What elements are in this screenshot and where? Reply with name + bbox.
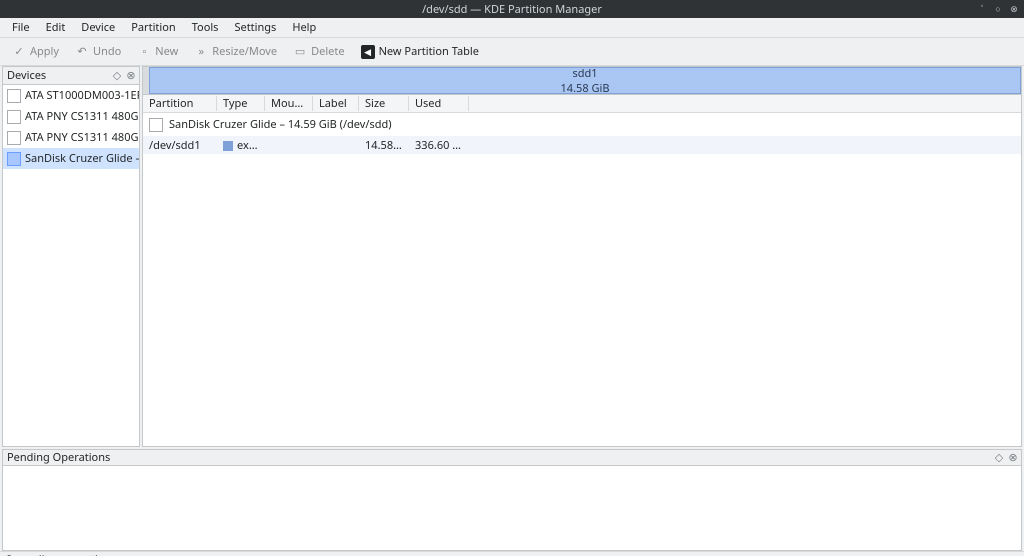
window-titlebar: /dev/sdd — KDE Partition Manager ˅ ○ ⊗ xyxy=(0,0,1024,18)
col-partition[interactable]: Partition xyxy=(143,96,217,111)
pending-panel-header: Pending Operations ◇ ⊗ xyxy=(3,450,1021,466)
menu-help[interactable]: Help xyxy=(286,18,322,37)
resize-button: » Resize/Move xyxy=(188,42,283,61)
partition-row[interactable]: /dev/sdd1 ext4 14.58 GiB 336.60 MiB xyxy=(143,136,1021,154)
toolbar: ✓ Apply ↶ Undo ▫ New » Resize/Move ▭ Del… xyxy=(0,38,1024,66)
device-item[interactable]: ATA PNY CS1311 480GB – 447.13 GiB (/… xyxy=(3,127,139,148)
cell-partition: /dev/sdd1 xyxy=(143,138,217,153)
resize-label: Resize/Move xyxy=(212,44,277,59)
hdd-icon xyxy=(7,131,21,145)
table-icon: ◀ xyxy=(361,45,375,59)
usb-icon xyxy=(149,118,163,132)
panel-float-icon[interactable]: ◇ xyxy=(993,452,1005,464)
device-item[interactable]: ATA ST1000DM003-1ER1 – 931.51 GiB (… xyxy=(3,85,139,106)
pending-operations-panel: Pending Operations ◇ ⊗ xyxy=(2,449,1022,551)
partition-table-device-row[interactable]: SanDisk Cruzer Glide – 14.59 GiB (/dev/s… xyxy=(143,113,1021,136)
device-label: ATA PNY CS1311 480GB – 447.13 GiB (/… xyxy=(25,109,139,124)
maximize-icon[interactable]: ○ xyxy=(992,2,1004,14)
undo-label: Undo xyxy=(93,44,121,59)
new-icon: ▫ xyxy=(137,45,151,59)
col-used[interactable]: Used xyxy=(409,96,469,111)
panel-float-icon[interactable]: ◇ xyxy=(111,70,123,82)
fs-type-icon xyxy=(223,141,233,151)
menubar: File Edit Device Partition Tools Setting… xyxy=(0,18,1024,38)
col-size[interactable]: Size xyxy=(359,96,409,111)
menu-settings[interactable]: Settings xyxy=(228,18,282,37)
new-button: ▫ New xyxy=(131,42,184,61)
panel-close-icon[interactable]: ⊗ xyxy=(125,70,137,82)
devices-panel: Devices ◇ ⊗ ATA ST1000DM003-1ER1 – 931.5… xyxy=(2,66,140,447)
hdd-icon xyxy=(7,110,21,124)
statusbar: 0 pending operations xyxy=(0,551,1024,556)
delete-label: Delete xyxy=(311,44,344,59)
devices-panel-header: Devices ◇ ⊗ xyxy=(3,67,139,85)
partition-name: sdd1 xyxy=(572,66,597,81)
device-title-text: SanDisk Cruzer Glide – 14.59 GiB (/dev/s… xyxy=(169,117,392,132)
devices-panel-title: Devices xyxy=(7,68,46,83)
menu-partition[interactable]: Partition xyxy=(125,18,181,37)
new-table-label: New Partition Table xyxy=(379,44,479,59)
device-label: SanDisk Cruzer Glide – 14.59 GiB (/dev… xyxy=(25,151,139,166)
partition-table-header: Partition Type Mount Point Label Size Us… xyxy=(143,95,1021,113)
pending-title: Pending Operations xyxy=(7,450,110,465)
apply-label: Apply xyxy=(30,44,59,59)
col-label[interactable]: Label xyxy=(313,96,359,111)
new-partition-table-button[interactable]: ◀ New Partition Table xyxy=(355,42,485,61)
menu-edit[interactable]: Edit xyxy=(40,18,72,37)
cell-type: ext4 xyxy=(217,138,265,153)
col-type[interactable]: Type xyxy=(217,96,265,111)
main-panel: sdd1 14.58 GiB Partition Type Mount Poin… xyxy=(142,66,1022,447)
resize-icon: » xyxy=(194,45,208,59)
usb-icon xyxy=(7,152,21,166)
partition-size: 14.58 GiB xyxy=(561,81,610,96)
device-label: ATA ST1000DM003-1ER1 – 931.51 GiB (… xyxy=(25,88,139,103)
status-text: 0 pending operations xyxy=(6,552,117,556)
delete-icon: ▭ xyxy=(293,45,307,59)
device-item-selected[interactable]: SanDisk Cruzer Glide – 14.59 GiB (/dev… xyxy=(3,148,139,169)
col-mount-point[interactable]: Mount Point xyxy=(265,96,313,111)
device-label: ATA PNY CS1311 480GB – 447.13 GiB (/… xyxy=(25,130,139,145)
disk-visual[interactable]: sdd1 14.58 GiB xyxy=(143,67,1021,95)
disk-partition-block[interactable]: sdd1 14.58 GiB xyxy=(149,67,1021,94)
delete-button: ▭ Delete xyxy=(287,42,350,61)
cell-size: 14.58 GiB xyxy=(359,138,409,153)
minimize-icon[interactable]: ˅ xyxy=(976,2,988,14)
panel-close-icon[interactable]: ⊗ xyxy=(1007,452,1019,464)
device-item[interactable]: ATA PNY CS1311 480GB – 447.13 GiB (/… xyxy=(3,106,139,127)
menu-tools[interactable]: Tools xyxy=(186,18,225,37)
new-label: New xyxy=(155,44,178,59)
menu-file[interactable]: File xyxy=(6,18,36,37)
close-icon[interactable]: ⊗ xyxy=(1008,2,1020,14)
hdd-icon xyxy=(7,89,21,103)
window-title: /dev/sdd — KDE Partition Manager xyxy=(422,2,602,17)
menu-device[interactable]: Device xyxy=(75,18,121,37)
undo-button: ↶ Undo xyxy=(69,42,127,61)
check-icon: ✓ xyxy=(12,45,26,59)
undo-icon: ↶ xyxy=(75,45,89,59)
cell-used: 336.60 MiB xyxy=(409,138,469,153)
apply-button: ✓ Apply xyxy=(6,42,65,61)
